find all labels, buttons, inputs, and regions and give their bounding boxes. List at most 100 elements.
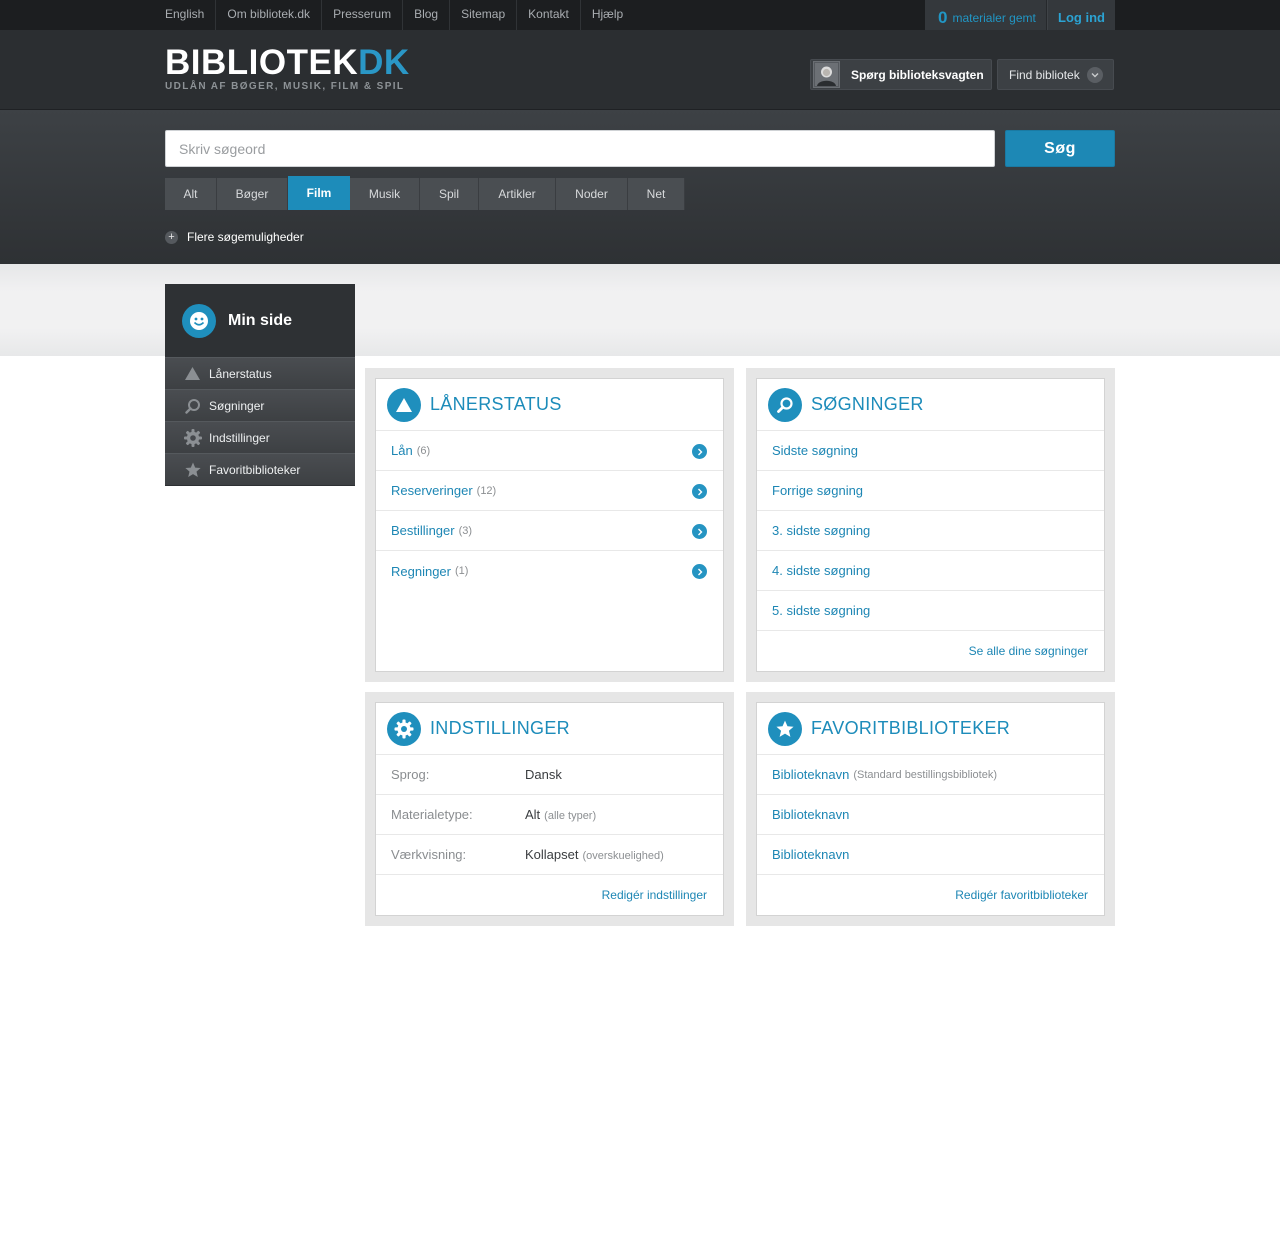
tab-artikler[interactable]: Artikler bbox=[479, 178, 556, 210]
chevron-right-icon bbox=[692, 564, 707, 579]
sidebar-item-favoritbiblioteker[interactable]: Favoritbiblioteker bbox=[165, 453, 355, 485]
lanerstatus-row-reserveringer[interactable]: Reserveringer (12) bbox=[376, 471, 723, 511]
edit-favorites-link[interactable]: Redigér favoritbiblioteker bbox=[955, 888, 1088, 902]
search-icon bbox=[768, 387, 802, 422]
library-name-link[interactable]: Biblioteknavn bbox=[772, 807, 849, 822]
search-history-row[interactable]: 3. sidste søgning bbox=[757, 511, 1104, 551]
sidebar-item-lanerstatus[interactable]: Lånerstatus bbox=[165, 357, 355, 389]
site-header: BIBLIOTEKDK UDLÅN AF BØGER, MUSIK, FILM … bbox=[0, 30, 1280, 110]
row-label: 4. sidste søgning bbox=[772, 563, 871, 578]
more-search-options-label: Flere søgemuligheder bbox=[187, 230, 304, 244]
ask-librarian-label: Spørg biblioteksvagten bbox=[851, 67, 984, 82]
favoritbiblioteker-panel: FAVORITBIBLIOTEKER Biblioteknavn (Standa… bbox=[756, 702, 1105, 916]
row-label: Bestillinger bbox=[391, 523, 455, 538]
setting-row-sprog: Sprog: Dansk bbox=[376, 755, 723, 795]
setting-value-text: Kollapset bbox=[525, 847, 579, 862]
search-button[interactable]: Søg bbox=[1005, 130, 1115, 167]
top-link-english[interactable]: English bbox=[165, 0, 215, 30]
chevron-right-icon bbox=[692, 524, 707, 539]
top-link-presserum[interactable]: Presserum bbox=[321, 0, 402, 30]
top-utility-bar: English Om bibliotek.dk Presserum Blog S… bbox=[0, 0, 1280, 35]
logo-wordmark: BIBLIOTEKDK bbox=[165, 43, 410, 82]
indstillinger-panel: INDSTILLINGER Sprog: Dansk Materialetype… bbox=[375, 702, 724, 916]
favorite-library-row: Biblioteknavn (Standard bestillingsbibli… bbox=[757, 755, 1104, 795]
tab-noder[interactable]: Noder bbox=[556, 178, 628, 210]
find-library-label: Find bibliotek bbox=[1009, 67, 1080, 82]
setting-value: Kollapset (overskuelighed) bbox=[525, 847, 664, 862]
search-history-row[interactable]: 4. sidste søgning bbox=[757, 551, 1104, 591]
setting-value-note: (alle typer) bbox=[544, 810, 597, 822]
sogninger-panel-frame: SØGNINGER Sidste søgning Forrige søgning… bbox=[746, 368, 1115, 682]
setting-row-materialetype: Materialetype: Alt (alle typer) bbox=[376, 795, 723, 835]
indstillinger-footer: Redigér indstillinger bbox=[376, 875, 723, 914]
top-link-blog[interactable]: Blog bbox=[402, 0, 449, 30]
search-category-tabs: Alt Bøger Film Musik Spil Artikler Noder… bbox=[165, 176, 685, 211]
setting-value: Dansk bbox=[525, 767, 566, 782]
lanerstatus-panel: LÅNERSTATUS Lån (6) Reserveringer (12) B… bbox=[375, 378, 724, 672]
sidebar-item-label: Indstillinger bbox=[209, 430, 270, 445]
sidebar-item-label: Favoritbiblioteker bbox=[209, 462, 301, 477]
row-label: Regninger bbox=[391, 563, 451, 579]
see-all-searches-link[interactable]: Se alle dine søgninger bbox=[969, 644, 1088, 658]
row-label: 3. sidste søgning bbox=[772, 523, 871, 538]
row-count: (3) bbox=[458, 524, 473, 537]
search-icon bbox=[183, 396, 202, 415]
row-count: (12) bbox=[476, 484, 497, 497]
librarian-avatar bbox=[813, 61, 840, 88]
more-search-options-toggle[interactable]: + Flere søgemuligheder bbox=[165, 230, 304, 244]
tab-alt[interactable]: Alt bbox=[165, 178, 217, 210]
indstillinger-panel-frame: INDSTILLINGER Sprog: Dansk Materialetype… bbox=[365, 692, 734, 926]
sidebar-item-sogninger[interactable]: Søgninger bbox=[165, 389, 355, 421]
star-icon bbox=[768, 711, 802, 746]
sidebar-item-label: Søgninger bbox=[209, 398, 265, 413]
tab-net[interactable]: Net bbox=[628, 178, 685, 210]
find-library-dropdown[interactable]: Find bibliotek bbox=[997, 59, 1114, 90]
logo-tagline: UDLÅN AF BØGER, MUSIK, FILM & SPIL bbox=[165, 81, 405, 92]
favorite-library-row: Biblioteknavn bbox=[757, 835, 1104, 875]
search-input[interactable] bbox=[165, 130, 995, 167]
search-history-row[interactable]: 5. sidste søgning bbox=[757, 591, 1104, 631]
top-link-kontakt[interactable]: Kontakt bbox=[516, 0, 580, 30]
tab-spil[interactable]: Spil bbox=[420, 178, 479, 210]
setting-key: Sprog: bbox=[391, 767, 430, 782]
library-note: (Standard bestillingsbibliotek) bbox=[853, 768, 998, 781]
edit-settings-link[interactable]: Redigér indstillinger bbox=[602, 888, 707, 902]
logo-main: BIBLIOTEK bbox=[165, 43, 359, 82]
tab-boger[interactable]: Bøger bbox=[217, 178, 288, 210]
site-logo[interactable]: BIBLIOTEKDK UDLÅN AF BØGER, MUSIK, FILM … bbox=[165, 43, 410, 92]
favoritbiblioteker-panel-frame: FAVORITBIBLIOTEKER Biblioteknavn (Standa… bbox=[746, 692, 1115, 926]
row-label: Forrige søgning bbox=[772, 483, 864, 498]
search-history-row[interactable]: Forrige søgning bbox=[757, 471, 1104, 511]
row-label: 5. sidste søgning bbox=[772, 603, 871, 618]
row-count: (1) bbox=[455, 565, 469, 577]
lanerstatus-row-lan[interactable]: Lån (6) bbox=[376, 431, 723, 471]
chevron-down-icon bbox=[1087, 67, 1103, 83]
library-name-link[interactable]: Biblioteknavn bbox=[772, 767, 849, 782]
sogninger-title: SØGNINGER bbox=[811, 394, 924, 414]
favorite-library-row: Biblioteknavn bbox=[757, 795, 1104, 835]
star-icon bbox=[183, 460, 202, 479]
indstillinger-header: INDSTILLINGER bbox=[376, 703, 723, 755]
library-name-link[interactable]: Biblioteknavn bbox=[772, 847, 849, 862]
favoritbiblioteker-title: FAVORITBIBLIOTEKER bbox=[811, 718, 1011, 738]
setting-value-text: Alt bbox=[525, 807, 541, 822]
top-link-om-bibliotek[interactable]: Om bibliotek.dk bbox=[215, 0, 321, 30]
top-link-sitemap[interactable]: Sitemap bbox=[449, 0, 516, 30]
saved-count: 0 bbox=[938, 7, 948, 27]
ask-librarian-button[interactable]: Spørg biblioteksvagten bbox=[810, 59, 992, 90]
setting-value-text: Dansk bbox=[525, 767, 562, 782]
search-history-row[interactable]: Sidste søgning bbox=[757, 431, 1104, 471]
lanerstatus-row-regninger[interactable]: Regninger (1) bbox=[376, 551, 723, 591]
tab-musik[interactable]: Musik bbox=[350, 178, 420, 210]
lanerstatus-header: LÅNERSTATUS bbox=[376, 379, 723, 431]
tab-film[interactable]: Film bbox=[288, 176, 350, 210]
setting-value-note: (overskuelighed) bbox=[582, 850, 664, 862]
sogninger-panel: SØGNINGER Sidste søgning Forrige søgning… bbox=[756, 378, 1105, 672]
min-side-sidebar: Min side Lånerstatus Søgninger Indstilli… bbox=[165, 284, 355, 486]
lanerstatus-row-bestillinger[interactable]: Bestillinger (3) bbox=[376, 511, 723, 551]
lanerstatus-panel-frame: LÅNERSTATUS Lån (6) Reserveringer (12) B… bbox=[365, 368, 734, 682]
top-link-hjaelp[interactable]: Hjælp bbox=[579, 0, 634, 30]
sidebar-item-indstillinger[interactable]: Indstillinger bbox=[165, 421, 355, 453]
favoritbiblioteker-header: FAVORITBIBLIOTEKER bbox=[757, 703, 1104, 755]
setting-key: Materialetype: bbox=[391, 807, 473, 822]
